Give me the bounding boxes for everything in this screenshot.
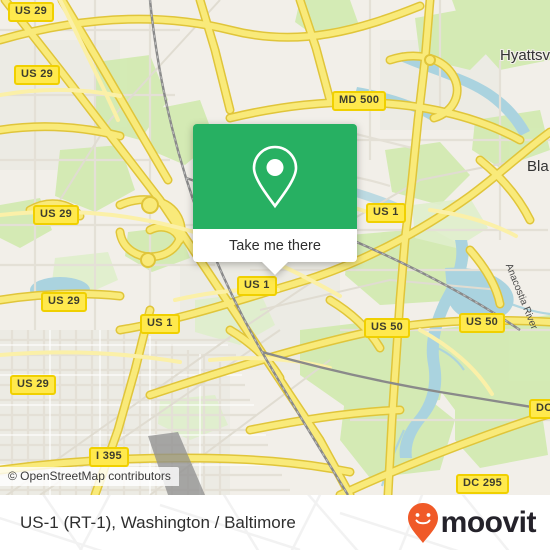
place-label-bladensburg: Bla — [527, 158, 549, 175]
road-shield: US 29 — [41, 292, 88, 312]
moovit-logo[interactable]: moovit — [406, 495, 537, 550]
map-viewport[interactable]: US 29 US 29 US 29 US 29 US 29 MD 500 US … — [0, 0, 550, 495]
place-label-hyattsville: Hyattsv — [500, 47, 550, 64]
moovit-pin-icon — [407, 502, 438, 543]
moovit-map-screenshot: US 29 US 29 US 29 US 29 US 29 MD 500 US … — [0, 0, 550, 550]
osm-attribution[interactable]: © OpenStreetMap contributors — [0, 467, 179, 486]
popup-tail-icon — [261, 261, 289, 275]
road-shield: US 50 — [459, 313, 506, 333]
take-me-there-popup[interactable]: Take me there — [193, 124, 357, 275]
road-shield: MD 500 — [332, 91, 387, 111]
page-title: US-1 (RT-1), Washington / Baltimore — [20, 512, 296, 532]
road-shield: US 29 — [33, 205, 80, 225]
road-shield: US 29 — [14, 65, 61, 85]
footer-bar: US-1 (RT-1), Washington / Baltimore moov… — [0, 495, 550, 550]
road-shield: DC 295 — [456, 474, 510, 494]
road-shield: US 1 — [366, 203, 406, 223]
road-shield: US 29 — [10, 375, 57, 395]
road-shield: US 50 — [364, 318, 411, 338]
take-me-there-label: Take me there — [229, 237, 321, 254]
road-shield: US 29 — [8, 2, 55, 22]
road-shield: US 1 — [237, 276, 277, 296]
popup-icon-area — [193, 124, 357, 229]
popup-action-bar[interactable]: Take me there — [193, 229, 357, 275]
road-shield: DC — [529, 399, 550, 419]
road-shield: I 395 — [89, 447, 129, 467]
moovit-wordmark: moovit — [440, 505, 537, 539]
map-pin-icon — [252, 145, 298, 208]
road-shield: US 1 — [140, 314, 180, 334]
